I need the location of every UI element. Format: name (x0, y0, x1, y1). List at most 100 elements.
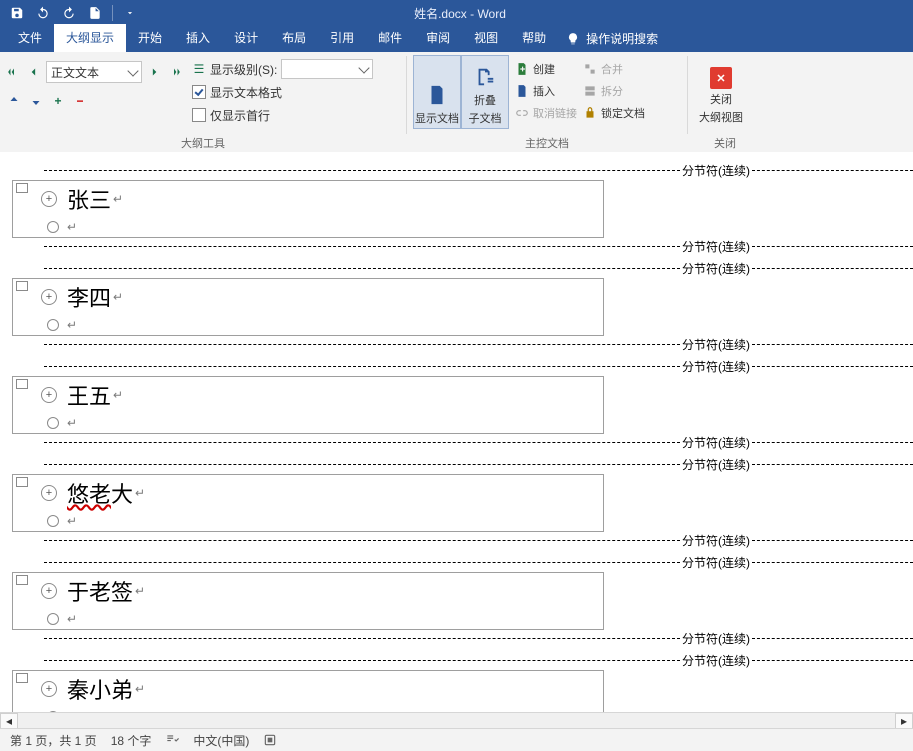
tab-mailings[interactable]: 邮件 (366, 24, 414, 52)
subdoc-handle-icon[interactable] (16, 477, 28, 487)
move-up-icon[interactable] (6, 93, 22, 109)
insert-subdoc-button[interactable]: 插入 (515, 81, 577, 101)
tab-view[interactable]: 视图 (462, 24, 510, 52)
expand-toggle-icon[interactable]: + (41, 583, 57, 599)
expand-icon[interactable]: + (50, 93, 66, 109)
outline-level-controls: 正文文本 + − (6, 55, 182, 109)
new-doc-icon[interactable] (82, 0, 108, 26)
split-subdoc-button[interactable]: 拆分 (583, 81, 645, 101)
document-canvas[interactable]: 分节符(连续) +张三↵ ↵ 分节符(连续) 分节符(连续) +李四↵ ↵ 分节符… (0, 152, 913, 729)
subdoc-handle-icon[interactable] (16, 575, 28, 585)
body-bullet-icon (47, 319, 59, 331)
undo-icon[interactable] (30, 0, 56, 26)
unlink-subdoc-button[interactable]: 取消链接 (515, 103, 577, 123)
show-level-select[interactable] (281, 59, 373, 79)
section-break: 分节符(连续) (44, 162, 913, 178)
tab-layout[interactable]: 布局 (270, 24, 318, 52)
first-line-only-label: 仅显示首行 (210, 107, 270, 124)
status-words[interactable]: 18 个字 (111, 732, 152, 749)
show-text-formatting-checkbox[interactable] (192, 85, 206, 99)
tell-me-label: 操作说明搜索 (586, 30, 658, 47)
name-text: 于老签 (67, 575, 133, 607)
close-l2: 大纲视图 (699, 109, 743, 125)
scroll-left-icon[interactable]: ◂ (0, 713, 18, 729)
section-break: 分节符(连续) (44, 238, 913, 254)
save-icon[interactable] (4, 0, 30, 26)
collapse-icon[interactable]: − (72, 93, 88, 109)
section-break: 分节符(连续) (44, 456, 913, 472)
horizontal-scrollbar[interactable]: ◂ ▸ (0, 712, 913, 729)
split-icon (583, 84, 597, 98)
close-outline-view-button[interactable]: ✕ 关闭 大纲视图 (694, 55, 748, 127)
insert-label: 插入 (533, 83, 555, 99)
create-icon (515, 62, 529, 76)
tab-insert[interactable]: 插入 (174, 24, 222, 52)
merge-label: 合并 (601, 61, 623, 77)
expand-toggle-icon[interactable]: + (41, 289, 57, 305)
tell-me[interactable]: 操作说明搜索 (558, 25, 666, 52)
tab-help[interactable]: 帮助 (510, 24, 558, 52)
tab-file[interactable]: 文件 (6, 24, 54, 52)
outline-level-value: 正文文本 (51, 64, 99, 81)
body-bullet-icon (47, 613, 59, 625)
subdoc-handle-icon[interactable] (16, 673, 28, 683)
tab-design[interactable]: 设计 (222, 24, 270, 52)
redo-icon[interactable] (56, 0, 82, 26)
group-label-close: 关闭 (694, 136, 756, 152)
document-icon (426, 82, 448, 108)
ribbon: 正文文本 + − ☰ 显示级别(S): (0, 52, 913, 153)
expand-toggle-icon[interactable]: + (41, 681, 57, 697)
subdoc-handle-icon[interactable] (16, 379, 28, 389)
create-subdoc-button[interactable]: 创建 (515, 59, 577, 79)
section-break: 分节符(连续) (44, 358, 913, 374)
unlink-icon (515, 106, 529, 120)
expand-toggle-icon[interactable]: + (41, 485, 57, 501)
subdoc-handle-icon[interactable] (16, 183, 28, 193)
merge-subdoc-button[interactable]: 合并 (583, 59, 645, 79)
show-level-label: 显示级别(S): (210, 61, 277, 78)
subdocument-box[interactable]: +悠老大↵ ↵ (12, 474, 604, 532)
status-page[interactable]: 第 1 页，共 1 页 (10, 732, 97, 749)
outline-level-select[interactable]: 正文文本 (46, 61, 142, 83)
subdocument-box[interactable]: +于老签↵ ↵ (12, 572, 604, 630)
lock-document-button[interactable]: 锁定文档 (583, 103, 645, 123)
name-text: 悠老大 (67, 477, 133, 509)
tab-review[interactable]: 审阅 (414, 24, 462, 52)
subdocument-box[interactable]: +张三↵ ↵ (12, 180, 604, 238)
group-master-document: 显示文档 折叠 子文档 创建 插入 取消链接 合并 拆分 锁定文档 主控文档 (407, 52, 687, 152)
expand-toggle-icon[interactable]: + (41, 191, 57, 207)
scroll-right-icon[interactable]: ▸ (895, 713, 913, 729)
tab-references[interactable]: 引用 (318, 24, 366, 52)
demote-to-body-icon[interactable] (166, 64, 182, 80)
section-break: 分节符(连续) (44, 630, 913, 646)
body-bullet-icon (47, 221, 59, 233)
show-document-button[interactable]: 显示文档 (413, 55, 461, 129)
status-bar: 第 1 页，共 1 页 18 个字 中文(中国) (0, 728, 913, 751)
ribbon-tabs: 文件 大纲显示 开始 插入 设计 布局 引用 邮件 审阅 视图 帮助 操作说明搜… (0, 26, 913, 52)
section-break: 分节符(连续) (44, 532, 913, 548)
first-line-only-checkbox[interactable] (192, 108, 206, 122)
expand-toggle-icon[interactable]: + (41, 387, 57, 403)
subdocument-box[interactable]: +李四↵ ↵ (12, 278, 604, 336)
tab-outline[interactable]: 大纲显示 (54, 24, 126, 52)
subdocument-box[interactable]: +王五↵ ↵ (12, 376, 604, 434)
spelling-icon[interactable] (165, 733, 179, 747)
qat-customize-icon[interactable] (117, 0, 143, 26)
promote-icon[interactable] (26, 64, 42, 80)
section-break: 分节符(连续) (44, 260, 913, 276)
lock-label: 锁定文档 (601, 105, 645, 121)
move-down-icon[interactable] (28, 93, 44, 109)
group-outline-tools: 正文文本 + − ☰ 显示级别(S): (0, 52, 406, 152)
dropdown-icon (127, 65, 138, 76)
title-bar: 姓名.docx - Word (0, 0, 913, 26)
quick-access-toolbar (0, 0, 147, 26)
tab-home[interactable]: 开始 (126, 24, 174, 52)
scroll-track[interactable] (18, 714, 895, 728)
name-text: 王五 (67, 379, 111, 411)
macro-icon[interactable] (263, 733, 277, 747)
promote-to-heading1-icon[interactable] (6, 64, 22, 80)
subdoc-handle-icon[interactable] (16, 281, 28, 291)
demote-icon[interactable] (146, 64, 162, 80)
collapse-subdoc-button[interactable]: 折叠 子文档 (461, 55, 509, 129)
status-language[interactable]: 中文(中国) (193, 732, 249, 749)
